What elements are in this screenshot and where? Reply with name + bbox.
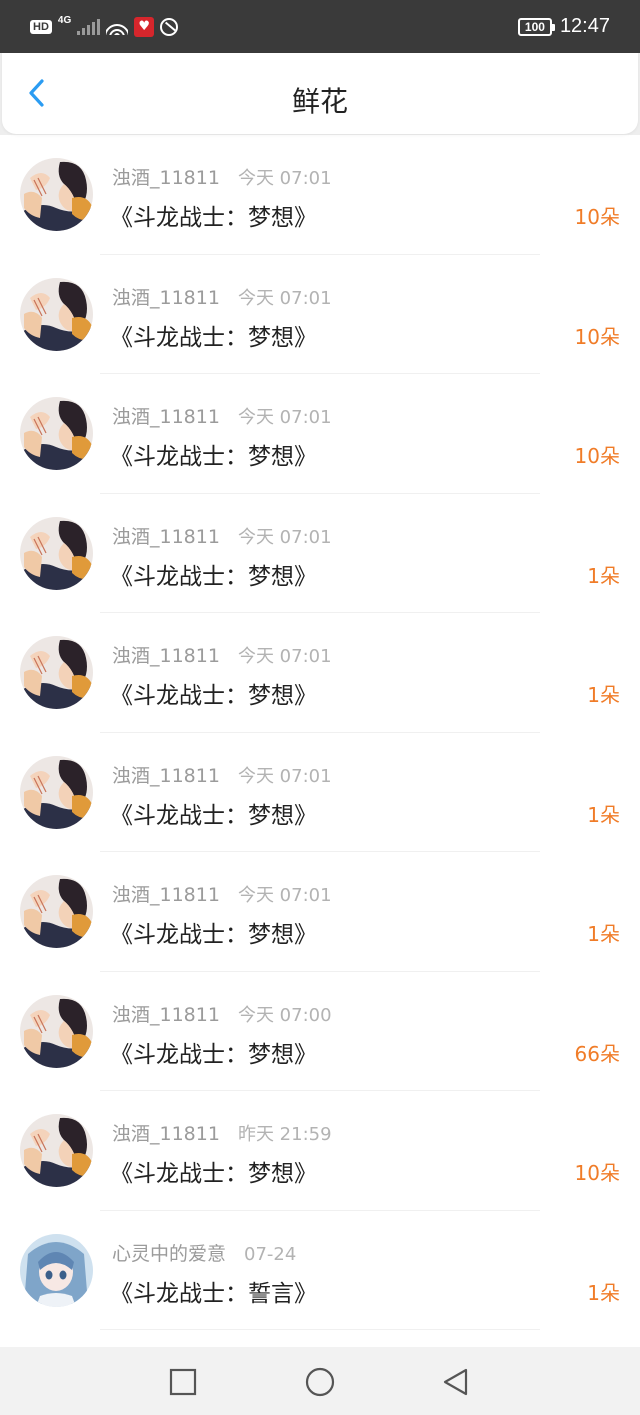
book-title: 《斗龙战士：梦想》: [110, 324, 317, 351]
timestamp: 今天 07:01: [237, 287, 332, 309]
book-title: 《斗龙战士：梦想》: [110, 683, 317, 709]
avatar[interactable]: [20, 756, 93, 829]
timestamp: 07-24: [244, 1243, 297, 1265]
sync-icon: [160, 17, 179, 36]
book-title: 《斗龙战士：梦想》: [110, 205, 317, 231]
list-item-meta: 浊酒_11811 昨天 21:59: [112, 1119, 332, 1146]
timestamp: 今天 07:01: [237, 526, 332, 548]
signal-icon: [77, 18, 101, 35]
flower-amount: 1朵: [587, 1280, 620, 1305]
avatar[interactable]: [20, 875, 93, 948]
avatar[interactable]: [20, 1114, 93, 1187]
avatar[interactable]: [20, 1234, 93, 1307]
timestamp: 今天 07:01: [237, 168, 332, 189]
list-item[interactable]: 浊酒_11811 昨天 21:59 《斗龙战士：梦想》 10朵: [0, 1091, 640, 1211]
status-icons-right: 100 12:47: [517, 0, 610, 53]
book-title: 《斗龙战士：梦想》: [110, 1041, 317, 1068]
home-circle-icon: [305, 1367, 335, 1397]
list-item[interactable]: 浊酒_11811 今天 07:01 《斗龙战士：梦想》 1朵: [0, 494, 640, 613]
username: 浊酒_11811: [112, 645, 220, 667]
timestamp: 今天 07:01: [237, 765, 332, 787]
list-item[interactable]: 心灵中的爱意 07-24 《斗龙战士：誓言》 1朵: [0, 1211, 640, 1330]
list-item[interactable]: 浊酒_11811 今天 07:01 《斗龙战士：梦想》 10朵: [0, 255, 640, 374]
list-item-meta: 浊酒_11811 今天 07:01: [112, 283, 332, 310]
nav-bar-container: 鲜花: [0, 53, 640, 135]
wifi-icon: [106, 18, 129, 35]
list-item[interactable]: 浊酒_11811 今天 07:00 《斗龙战士：梦想》 66朵: [0, 972, 640, 1091]
list-item-meta: 浊酒_11811 今天 07:00: [112, 1000, 332, 1027]
book-title: 《斗龙战士：梦想》: [110, 563, 317, 590]
timestamp: 今天 07:01: [237, 646, 332, 667]
timestamp: 昨天 21:59: [237, 1124, 332, 1145]
list-item-meta: 浊酒_11811 今天 07:01: [112, 163, 332, 190]
system-back-button[interactable]: [440, 1367, 470, 1397]
flower-amount: 10朵: [574, 1161, 620, 1185]
avatar[interactable]: [20, 278, 93, 351]
list-item-meta: 浊酒_11811 今天 07:01: [112, 522, 332, 549]
recents-square-icon: [169, 1368, 197, 1396]
avatar[interactable]: [20, 517, 93, 590]
network-type: 4G: [57, 15, 72, 26]
flower-record-list: 浊酒_11811 今天 07:01 《斗龙战士：梦想》 10朵 浊酒_11811 今…: [0, 135, 640, 1330]
system-nav-bar: [0, 1347, 640, 1415]
list-item[interactable]: 浊酒_11811 今天 07:01 《斗龙战士：梦想》 1朵: [0, 613, 640, 733]
book-title: 《斗龙战士：梦想》: [110, 802, 317, 829]
list-item[interactable]: 浊酒_11811 今天 07:01 《斗龙战士：梦想》 10朵: [0, 135, 640, 255]
avatar[interactable]: [20, 158, 93, 231]
list-item-meta: 浊酒_11811 今天 07:01: [112, 880, 332, 907]
book-title: 《斗龙战士：梦想》: [110, 922, 317, 948]
list-item[interactable]: 浊酒_11811 今天 07:01 《斗龙战士：梦想》 1朵: [0, 852, 640, 972]
username: 浊酒_11811: [112, 167, 220, 189]
username: 浊酒_11811: [112, 884, 220, 906]
list-item-meta: 浊酒_11811 今天 07:01: [112, 761, 332, 788]
home-button[interactable]: [305, 1367, 335, 1397]
avatar[interactable]: [20, 995, 93, 1068]
list-item[interactable]: 浊酒_11811 今天 07:01 《斗龙战士：梦想》 10朵: [0, 374, 640, 494]
back-triangle-icon: [443, 1368, 468, 1396]
username: 浊酒_11811: [112, 286, 220, 309]
username: 浊酒_11811: [112, 764, 220, 787]
username: 心灵中的爱意: [112, 1242, 227, 1265]
username: 浊酒_11811: [112, 1003, 220, 1026]
username: 浊酒_11811: [112, 406, 220, 428]
flower-amount: 1朵: [587, 802, 620, 827]
page-title: 鲜花: [291, 85, 348, 118]
battery-icon: 100: [517, 17, 555, 36]
timestamp: 今天 07:01: [237, 407, 332, 428]
username: 浊酒_11811: [112, 525, 220, 548]
list-item-meta: 浊酒_11811 今天 07:01: [112, 641, 332, 668]
flower-amount: 10朵: [574, 324, 620, 349]
book-title: 《斗龙战士：梦想》: [110, 444, 317, 470]
username: 浊酒_11811: [112, 1123, 220, 1145]
clock: 12:47: [559, 15, 610, 37]
status-bar: HD 4G ♥ 100 12:47: [0, 0, 640, 53]
timestamp: 今天 07:01: [237, 885, 332, 906]
list-item-meta: 心灵中的爱意 07-24: [112, 1239, 296, 1266]
divider: [100, 1329, 540, 1330]
recents-button[interactable]: [168, 1367, 198, 1397]
avatar[interactable]: [20, 636, 93, 709]
list-item[interactable]: 浊酒_11811 今天 07:01 《斗龙战士：梦想》 1朵: [0, 733, 640, 852]
book-title: 《斗龙战士：梦想》: [110, 1161, 317, 1187]
status-icons-left: HD 4G ♥: [30, 0, 179, 53]
flower-amount: 1朵: [587, 922, 620, 946]
avatar[interactable]: [20, 397, 93, 470]
timestamp: 今天 07:00: [237, 1004, 332, 1026]
flower-amount: 66朵: [574, 1041, 620, 1066]
flower-amount: 10朵: [574, 205, 620, 229]
book-title: 《斗龙战士：誓言》: [110, 1280, 317, 1307]
app-notification-icon: ♥: [134, 16, 155, 37]
hd-icon: HD: [30, 19, 52, 34]
flower-amount: 10朵: [574, 444, 620, 468]
nav-bar: 鲜花: [2, 53, 638, 134]
flower-amount: 1朵: [587, 683, 620, 707]
list-item-meta: 浊酒_11811 今天 07:01: [112, 402, 332, 429]
flower-amount: 1朵: [587, 563, 620, 588]
